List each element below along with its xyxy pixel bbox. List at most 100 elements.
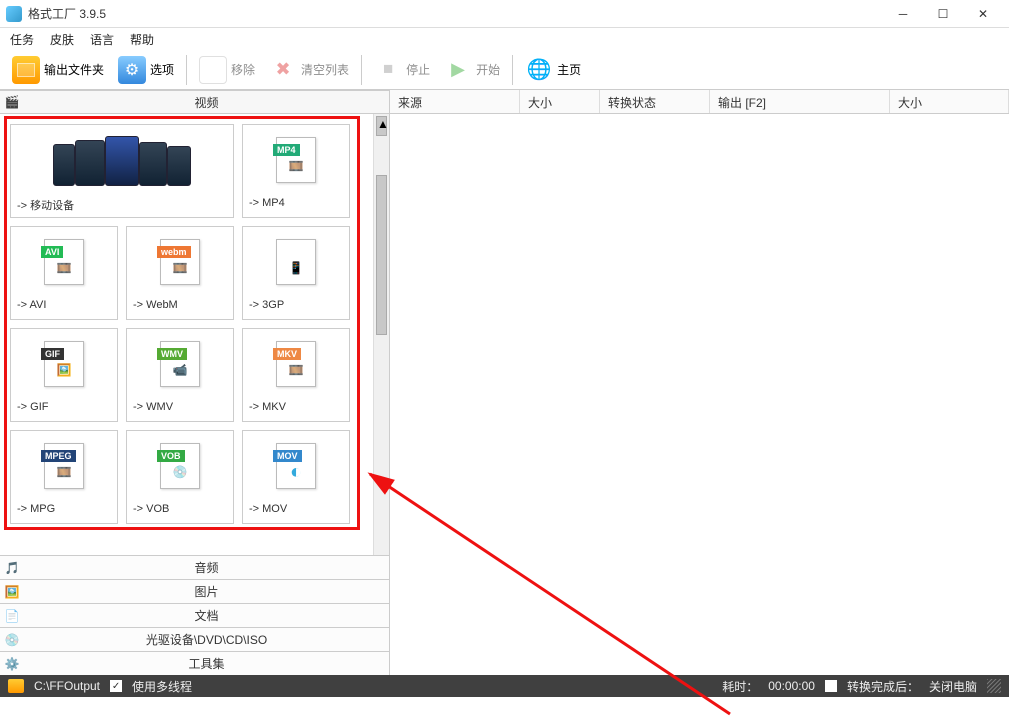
category-image[interactable]: 🖼️ 图片 [0,579,389,603]
tile-mp4[interactable]: MP4🎞️ -> MP4 [242,124,350,218]
col-size[interactable]: 大小 [520,90,600,113]
tile-mov-label: -> MOV [243,501,349,523]
tile-mp4-label: -> MP4 [243,195,349,217]
menu-task[interactable]: 任务 [10,31,34,48]
app-icon [6,6,22,22]
webm-icon: webm🎞️ [160,239,200,285]
toolbar: 输出文件夹 选项 移除 清空列表 停止 开始 主页 [0,50,1009,90]
avi-icon: AVI🎞️ [44,239,84,285]
tile-avi-label: -> AVI [11,297,117,319]
task-list[interactable] [390,114,1009,675]
image-category-icon: 🖼️ [0,585,24,599]
multithread-label: 使用多线程 [132,678,192,695]
video-formats-panel: -> 移动设备 MP4🎞️ -> MP4 AVI🎞️ -> AVI webm🎞️… [0,114,389,555]
stop-icon [374,56,402,84]
window-title: 格式工厂 3.9.5 [28,5,883,22]
tile-mkv[interactable]: MKV🎞️ -> MKV [242,328,350,422]
category-video-header[interactable]: 🎬 视频 [0,90,389,114]
output-path[interactable]: C:\FFOutput [34,679,100,693]
gear-icon [118,56,146,84]
right-panel: 来源 大小 转换状态 输出 [F2] 大小 [390,90,1009,675]
start-button[interactable]: 开始 [440,54,504,86]
main-area: 🎬 视频 -> 移动设备 [0,90,1009,675]
category-disc-label: 光驱设备\DVD\CD\ISO [24,631,389,648]
video-category-icon: 🎬 [0,95,24,109]
tile-vob[interactable]: VOB💿 -> VOB [126,430,234,524]
col-output[interactable]: 输出 [F2] [710,90,890,113]
tile-mobile-device[interactable]: -> 移动设备 [10,124,234,218]
tile-gif-label: -> GIF [11,399,117,421]
tile-3gp[interactable]: 📱 -> 3GP [242,226,350,320]
document-icon [199,56,227,84]
stop-button[interactable]: 停止 [370,54,434,86]
category-disc[interactable]: 💿 光驱设备\DVD\CD\ISO [0,627,389,651]
category-document[interactable]: 📄 文档 [0,603,389,627]
scroll-thumb[interactable] [376,175,387,335]
output-folder-icon[interactable] [8,679,24,693]
col-size2[interactable]: 大小 [890,90,1009,113]
gif-icon: GIF🖼️ [44,341,84,387]
mp4-icon: MP4🎞️ [276,137,316,183]
tile-wmv-label: -> WMV [127,399,233,421]
tile-mov[interactable]: MOV◐ -> MOV [242,430,350,524]
col-status[interactable]: 转换状态 [600,90,710,113]
category-image-label: 图片 [24,583,389,600]
menu-skin[interactable]: 皮肤 [50,31,74,48]
remove-label: 移除 [231,61,255,78]
mpeg-icon: MPEG🎞️ [44,443,84,489]
tile-vob-label: -> VOB [127,501,233,523]
shutdown-checkbox[interactable] [825,680,837,692]
tile-mpg-label: -> MPG [11,501,117,523]
mobile-devices-icon [11,125,233,195]
category-audio-label: 音频 [24,559,389,576]
tile-webm-label: -> WebM [127,297,233,319]
tile-webm[interactable]: webm🎞️ -> WebM [126,226,234,320]
menu-help[interactable]: 帮助 [130,31,154,48]
category-audio[interactable]: 🎵 音频 [0,555,389,579]
start-label: 开始 [476,61,500,78]
tile-wmv[interactable]: WMV📹 -> WMV [126,328,234,422]
titlebar: 格式工厂 3.9.5 ─ ☐ ✕ [0,0,1009,28]
mkv-icon: MKV🎞️ [276,341,316,387]
tile-avi[interactable]: AVI🎞️ -> AVI [10,226,118,320]
folder-icon [12,56,40,84]
x-icon [269,56,297,84]
menubar: 任务 皮肤 语言 帮助 [0,28,1009,50]
output-folder-button[interactable]: 输出文件夹 [8,54,108,86]
elapsed-value: 00:00:00 [768,679,815,693]
home-button[interactable]: 主页 [521,54,585,86]
clear-button[interactable]: 清空列表 [265,54,353,86]
left-scrollbar[interactable]: ▲ [373,114,389,555]
col-source[interactable]: 来源 [390,90,520,113]
after-label: 转换完成后： [847,678,919,695]
close-button[interactable]: ✕ [963,3,1003,25]
globe-icon [525,56,553,84]
column-headers: 来源 大小 转换状态 输出 [F2] 大小 [390,90,1009,114]
menu-lang[interactable]: 语言 [90,31,114,48]
maximize-button[interactable]: ☐ [923,3,963,25]
3gp-icon: 📱 [276,239,316,285]
multithread-checkbox[interactable]: ✓ [110,680,122,692]
tile-3gp-label: -> 3GP [243,297,349,319]
output-folder-label: 输出文件夹 [44,61,104,78]
vob-icon: VOB💿 [160,443,200,489]
scroll-up-button[interactable]: ▲ [376,116,387,136]
resize-grip[interactable] [987,679,1001,693]
category-document-label: 文档 [24,607,389,624]
category-video-label: 视频 [24,94,389,111]
status-bar: C:\FFOutput ✓ 使用多线程 耗时： 00:00:00 转换完成后： … [0,675,1009,697]
tile-mpg[interactable]: MPEG🎞️ -> MPG [10,430,118,524]
remove-button[interactable]: 移除 [195,54,259,86]
separator [186,55,187,85]
elapsed-label: 耗时： [722,678,758,695]
category-tools[interactable]: ⚙️ 工具集 [0,651,389,675]
tile-gif[interactable]: GIF🖼️ -> GIF [10,328,118,422]
options-button[interactable]: 选项 [114,54,178,86]
clear-label: 清空列表 [301,61,349,78]
audio-category-icon: 🎵 [0,561,24,575]
category-tools-label: 工具集 [24,655,389,672]
tools-category-icon: ⚙️ [0,657,24,671]
play-icon [444,56,472,84]
format-grid: -> 移动设备 MP4🎞️ -> MP4 AVI🎞️ -> AVI webm🎞️… [6,120,383,528]
minimize-button[interactable]: ─ [883,3,923,25]
